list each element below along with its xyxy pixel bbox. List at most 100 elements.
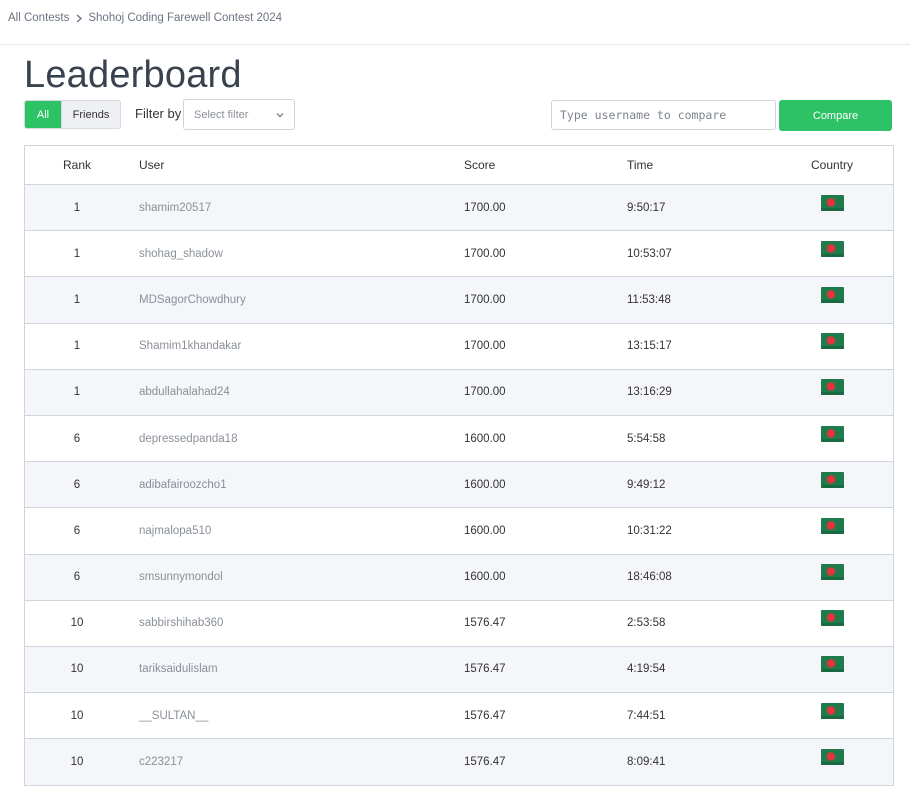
- table-row: 1 shohag_shadow 1700.00 10:53:07: [25, 231, 893, 278]
- bangladesh-flag-icon: [820, 702, 844, 719]
- country-cell: [771, 656, 893, 675]
- user-link[interactable]: abdullahalahad24: [129, 386, 455, 398]
- score-cell: 1576.47: [464, 663, 506, 676]
- country-cell: [771, 749, 893, 768]
- compare-username-input[interactable]: [551, 100, 776, 130]
- score-cell: 1576.47: [464, 617, 506, 630]
- user-link[interactable]: najmalopa510: [129, 525, 455, 537]
- table-row: 10 tariksaidulislam 1576.47 4:19:54: [25, 646, 893, 694]
- time-cell: 2:53:58: [627, 617, 666, 630]
- table-row: 1 shamim20517 1700.00 9:50:17: [25, 185, 893, 232]
- user-link[interactable]: shamim20517: [129, 202, 455, 214]
- table-row: 10 sabbirshihab360 1576.47 2:53:58: [25, 600, 893, 647]
- table-row: 6 adibafairoozcho1 1600.00 9:49:12: [25, 462, 893, 509]
- country-cell: [771, 240, 893, 260]
- user-link[interactable]: shohag_shadow: [129, 248, 455, 260]
- tab-friends[interactable]: Friends: [61, 101, 120, 128]
- user-link[interactable]: depressedpanda18: [129, 433, 455, 445]
- bangladesh-flag-icon: [820, 333, 844, 350]
- header-divider: [0, 44, 910, 45]
- breadcrumb: All Contests Shohoj Coding Farewell Cont…: [8, 10, 282, 26]
- rank-cell: 6: [73, 478, 81, 491]
- bangladesh-flag-icon: [820, 194, 844, 211]
- score-cell: 1576.47: [464, 756, 506, 769]
- compare-button[interactable]: Compare: [779, 100, 892, 131]
- bangladesh-flag-icon: [820, 564, 844, 581]
- user-link[interactable]: adibafairoozcho1: [129, 479, 455, 491]
- rank-cell: 6: [73, 571, 81, 584]
- country-cell: [771, 517, 893, 537]
- bangladesh-flag-icon: [820, 610, 844, 627]
- filter-select-value: Select filter: [194, 108, 249, 121]
- time-cell: 9:50:17: [627, 201, 666, 214]
- rank-cell: 10: [70, 756, 84, 769]
- bangladesh-flag-icon: [820, 425, 844, 442]
- time-cell: 18:46:08: [627, 571, 672, 584]
- table-row: 6 depressedpanda18 1600.00 5:54:58: [25, 415, 893, 463]
- score-cell: 1700.00: [464, 293, 506, 306]
- time-cell: 11:53:48: [627, 293, 671, 306]
- filter-select[interactable]: Select filter: [183, 99, 295, 130]
- user-link[interactable]: smsunnymondol: [129, 571, 455, 583]
- time-cell: 13:16:29: [627, 386, 672, 399]
- table-row: 1 abdullahalahad24 1700.00 13:16:29: [25, 369, 893, 416]
- page-title: Leaderboard: [24, 54, 242, 96]
- rank-cell: 6: [73, 432, 81, 445]
- bangladesh-flag-icon: [820, 379, 844, 396]
- user-link[interactable]: MDSagorChowdhury: [129, 294, 455, 306]
- bangladesh-flag-icon: [820, 286, 844, 303]
- user-link[interactable]: c223217: [129, 756, 455, 768]
- table-row: 1 MDSagorChowdhury 1700.00 11:53:48: [25, 277, 893, 324]
- table-row: 6 najmalopa510 1600.00 10:31:22: [25, 508, 893, 555]
- header-time: Time: [627, 158, 654, 172]
- chevron-down-icon: [276, 109, 284, 121]
- user-link[interactable]: tariksaidulislam: [129, 663, 455, 675]
- user-link[interactable]: __SULTAN__: [129, 710, 455, 722]
- rank-cell: 1: [73, 293, 81, 306]
- table-row: 1 Shamim1khandakar 1700.00 13:15:17: [25, 323, 893, 370]
- bangladesh-flag-icon: [820, 749, 844, 766]
- bangladesh-flag-icon: [820, 517, 844, 534]
- country-cell: [771, 702, 893, 722]
- time-cell: 7:44:51: [627, 709, 666, 722]
- filter-label: Filter by: [135, 106, 182, 121]
- score-cell: 1700.00: [464, 386, 506, 399]
- rank-cell: 10: [70, 709, 84, 722]
- time-cell: 9:49:12: [627, 478, 666, 491]
- header-user: User: [139, 158, 165, 172]
- country-cell: [771, 471, 893, 491]
- score-cell: 1700.00: [464, 340, 506, 353]
- time-cell: 4:19:54: [627, 663, 666, 676]
- rank-cell: 1: [73, 247, 81, 260]
- score-cell: 1576.47: [464, 709, 506, 722]
- time-cell: 8:09:41: [627, 756, 666, 769]
- table-body: 1 shamim20517 1700.00 9:50:17 1 shohag_shadow…: [25, 185, 893, 786]
- country-cell: [771, 564, 893, 583]
- score-cell: 1700.00: [464, 247, 506, 260]
- header-country: Country: [810, 158, 854, 172]
- user-link[interactable]: Shamim1khandakar: [129, 340, 455, 352]
- table-header: Rank User Score Time Country: [25, 146, 893, 185]
- bangladesh-flag-icon: [820, 471, 844, 488]
- country-cell: [771, 286, 893, 306]
- country-cell: [771, 333, 893, 352]
- rank-cell: 1: [73, 386, 81, 399]
- breadcrumb-all-contests-link[interactable]: All Contests: [8, 12, 69, 24]
- table-row: 10 __SULTAN__ 1576.47 7:44:51: [25, 693, 893, 740]
- rank-cell: 6: [73, 524, 81, 537]
- time-cell: 5:54:58: [627, 432, 666, 445]
- rank-cell: 10: [70, 617, 84, 630]
- leaderboard-table: Rank User Score Time Country 1 shamim2051…: [24, 145, 894, 787]
- breadcrumb-contest-link[interactable]: Shohoj Coding Farewell Contest 2024: [88, 12, 282, 24]
- country-cell: [771, 425, 893, 445]
- country-cell: [771, 379, 893, 398]
- score-cell: 1700.00: [464, 201, 506, 214]
- time-cell: 10:53:07: [627, 247, 672, 260]
- time-cell: 13:15:17: [627, 340, 672, 353]
- tab-all[interactable]: All: [25, 101, 61, 128]
- score-cell: 1600.00: [464, 478, 506, 491]
- table-row: 10 c223217 1576.47 8:09:41: [25, 739, 893, 786]
- bangladesh-flag-icon: [820, 656, 844, 673]
- user-link[interactable]: sabbirshihab360: [129, 617, 455, 629]
- score-cell: 1600.00: [464, 432, 506, 445]
